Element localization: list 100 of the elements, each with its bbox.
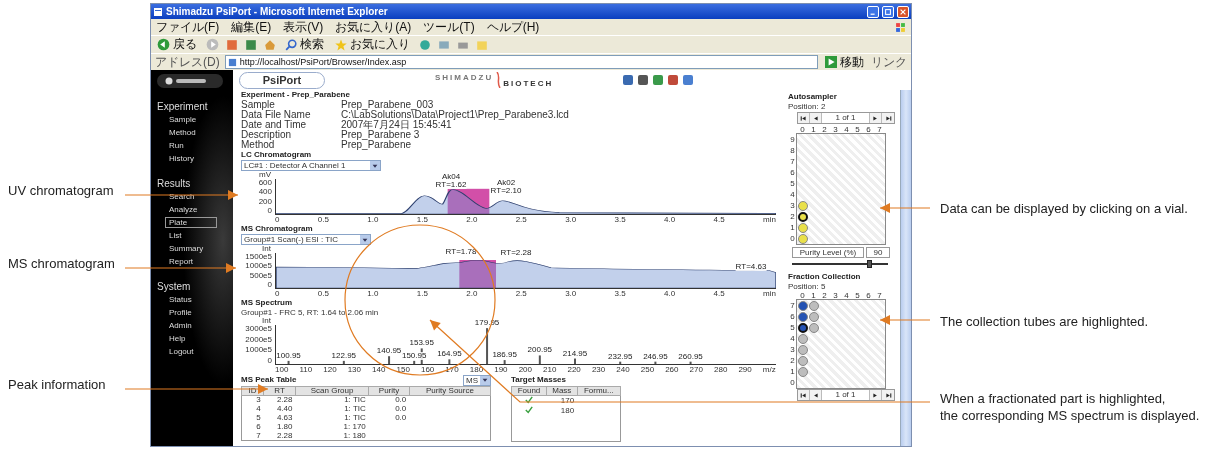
sidebar-item[interactable]: Report [165, 256, 197, 267]
next-page-button[interactable] [870, 390, 882, 400]
column-header[interactable]: Formu... [577, 386, 621, 396]
sidebar-item[interactable]: History [165, 153, 198, 164]
axis-tick-label: 2.5 [515, 216, 527, 224]
sidebar-item[interactable]: Status [165, 294, 196, 305]
column-header[interactable]: RT [263, 386, 296, 396]
sidebar-item[interactable]: Run [165, 140, 188, 151]
row-label: 0 [789, 377, 796, 388]
address-field[interactable]: http://localhost/PsiPort/Browser/Index.asp [224, 55, 818, 69]
table-cell-text: 1: TIC [343, 413, 367, 423]
menu-item[interactable]: ファイル(F) [156, 19, 220, 35]
axis-unit: min [763, 290, 776, 298]
first-page-button[interactable] [798, 390, 810, 400]
row-label: 2 [789, 211, 796, 222]
column-label: 5 [854, 291, 861, 300]
sidebar-item[interactable]: Analyze [165, 204, 202, 215]
sidebar-item[interactable]: Help [165, 333, 190, 344]
axis-tick-label: 4.5 [713, 290, 725, 298]
axis-tick-label: 3000e5 [245, 325, 272, 333]
peak-label: RT=2.28 [500, 249, 532, 257]
last-page-button[interactable] [882, 113, 894, 123]
next-page-button[interactable] [870, 113, 882, 123]
axis-unit: Int [262, 245, 272, 253]
caret-icon [482, 377, 488, 383]
links-label[interactable]: リンク [871, 53, 907, 71]
mail-icon [438, 38, 450, 51]
section-title: MS Chromatogram [241, 224, 314, 234]
back-button[interactable]: 戻る [155, 36, 199, 53]
close-icon [899, 7, 907, 16]
row-label: 7 [789, 156, 796, 167]
slider-thumb[interactable] [866, 260, 872, 268]
axis-tick-label: 160 [420, 366, 435, 374]
axis-tick-label: 150 [396, 366, 410, 374]
column-header[interactable]: Purity [368, 386, 410, 396]
vial[interactable] [797, 211, 808, 222]
media-icon [419, 38, 431, 51]
type-select[interactable]: MS [463, 374, 491, 386]
menu-item[interactable]: 編集(E) [231, 19, 272, 35]
table-cell: 7 [241, 431, 264, 441]
search-button[interactable]: 検索 [283, 36, 326, 53]
caret-icon [372, 162, 378, 169]
sidebar-item[interactable]: Admin [165, 320, 196, 331]
section-title: LC Chromatogram [241, 150, 313, 160]
peak-label: 246.95 [643, 352, 668, 361]
column-header[interactable]: Found [511, 386, 547, 396]
toolbar-icon [668, 75, 679, 85]
previous-page-button[interactable] [810, 390, 822, 400]
row-label: 5 [789, 322, 796, 333]
axis-tick-label: 260 [665, 366, 679, 374]
column-label: 4 [843, 125, 850, 134]
favorites-button[interactable]: お気に入り [333, 36, 412, 53]
column-label: 0 [799, 291, 806, 300]
menu-item[interactable]: お気に入り(A) [335, 19, 412, 35]
position-text: Position: 5 [788, 282, 827, 291]
channel-select[interactable]: LC#1 : Detector A Channel 1 [241, 160, 381, 171]
purity-value: 90 [866, 247, 890, 258]
vial[interactable] [797, 322, 808, 333]
spectrum-peak [448, 359, 451, 364]
sidebar-item[interactable]: Plate [165, 217, 217, 228]
axis-tick-label: 4.5 [713, 216, 725, 224]
sidebar-section-title: System [157, 280, 192, 293]
axis-tick-label: 4.0 [664, 216, 676, 224]
column-header[interactable]: Scan Group [295, 386, 369, 396]
axis-tick-label: 600 [258, 179, 272, 187]
scrollbar[interactable] [900, 90, 911, 446]
sidebar-item[interactable]: Summary [165, 243, 208, 254]
menu-item[interactable]: 表示(V) [283, 19, 324, 35]
sidebar-item[interactable]: Profile [165, 307, 196, 318]
menu-item[interactable]: ヘルプ(H) [486, 19, 540, 35]
row-label: 3 [789, 200, 796, 211]
maximize-icon [884, 7, 892, 16]
swoosh-icon [495, 72, 502, 88]
channel-select[interactable]: Group#1 Scan(-) ESI : TIC [241, 234, 371, 245]
peak-label: Ak02 RT=2.10 [490, 179, 522, 195]
maximize-button[interactable] [882, 5, 894, 18]
address-label: アドレス(D) [155, 53, 220, 71]
last-page-button[interactable] [882, 390, 894, 400]
axis-tick-label: 230 [591, 366, 606, 374]
axis-tick-label: 280 [714, 366, 728, 374]
axis-tick-label: 210 [543, 366, 557, 374]
spectrum-peak [413, 360, 416, 364]
sidebar-item[interactable]: Method [165, 127, 200, 138]
previous-page-button[interactable] [810, 113, 822, 123]
minimize-button[interactable] [867, 5, 879, 18]
sidebar-item[interactable]: Sample [165, 114, 201, 125]
row-label: 1 [789, 366, 796, 377]
sidebar-item[interactable]: Search [165, 191, 199, 202]
sidebar-item[interactable]: Logout [165, 346, 198, 357]
vial[interactable] [797, 311, 808, 322]
column-header[interactable]: Mass [546, 386, 578, 396]
vial[interactable] [797, 300, 808, 311]
row-label: 3 [789, 344, 796, 355]
go-button[interactable]: 移動 [823, 54, 866, 70]
column-header[interactable]: Purity Source [409, 386, 491, 396]
menu-item[interactable]: ツール(T) [423, 19, 475, 35]
first-page-button[interactable] [798, 113, 810, 123]
close-button[interactable] [897, 5, 909, 18]
sidebar-item[interactable]: List [165, 230, 186, 241]
axis-tick-label: 200 [258, 197, 272, 206]
